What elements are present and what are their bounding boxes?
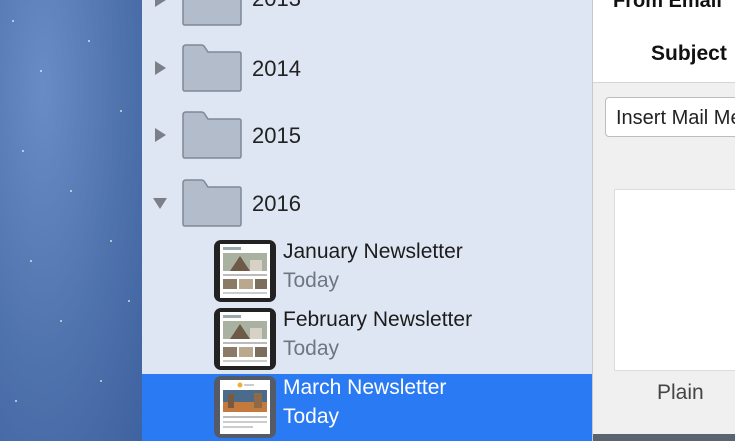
- disclosure-right-icon[interactable]: [152, 60, 168, 76]
- message-header: From Email Subject: [593, 0, 735, 83]
- folder-label: 2014: [252, 56, 301, 81]
- document-thumbnail: [214, 240, 276, 302]
- folder-icon: [182, 0, 242, 26]
- bottom-bar: [593, 434, 735, 441]
- plain-template-label: Plain: [657, 381, 704, 404]
- folder-icon: [182, 111, 242, 159]
- template-sidebar: 2013 2014 2015 2016: [142, 0, 592, 441]
- folder-row-2014[interactable]: 2014: [142, 44, 592, 92]
- folder-icon: [182, 44, 242, 92]
- newsletter-preview-icon: [223, 382, 267, 428]
- document-thumbnail: [214, 376, 276, 438]
- editor-panel: From Email Subject Insert Mail Merge Pla…: [592, 0, 735, 441]
- from-email-label: From Email: [613, 0, 722, 12]
- folder-row-2015[interactable]: 2015: [142, 111, 592, 159]
- document-thumbnail: [214, 308, 276, 370]
- document-title: February Newsletter: [283, 308, 473, 331]
- disclosure-right-icon[interactable]: [152, 127, 168, 143]
- insert-mail-merge-button[interactable]: Insert Mail Merge: [605, 97, 735, 137]
- subject-label: Subject: [651, 42, 727, 65]
- document-date: Today: [283, 405, 340, 428]
- folder-icon: [182, 179, 242, 227]
- newsletter-preview-icon: [223, 247, 267, 294]
- desktop-background: [0, 0, 142, 441]
- folder-label: 2015: [252, 123, 301, 148]
- document-date: Today: [283, 337, 340, 360]
- folder-label: 2016: [252, 191, 301, 216]
- folder-row-2013[interactable]: 2013: [142, 0, 592, 26]
- folder-row-2016[interactable]: 2016: [142, 179, 592, 227]
- plain-template-preview[interactable]: [615, 190, 735, 370]
- document-item-march[interactable]: March Newsletter Today: [142, 374, 592, 441]
- document-title: March Newsletter: [283, 376, 447, 399]
- document-item-january[interactable]: January Newsletter Today: [142, 238, 592, 306]
- folder-label: 2013: [252, 0, 301, 12]
- disclosure-right-icon[interactable]: [152, 0, 168, 8]
- disclosure-down-icon[interactable]: [152, 195, 168, 211]
- document-item-february[interactable]: February Newsletter Today: [142, 306, 592, 374]
- document-title: January Newsletter: [283, 240, 463, 263]
- document-date: Today: [283, 269, 340, 292]
- newsletter-preview-icon: [223, 315, 267, 362]
